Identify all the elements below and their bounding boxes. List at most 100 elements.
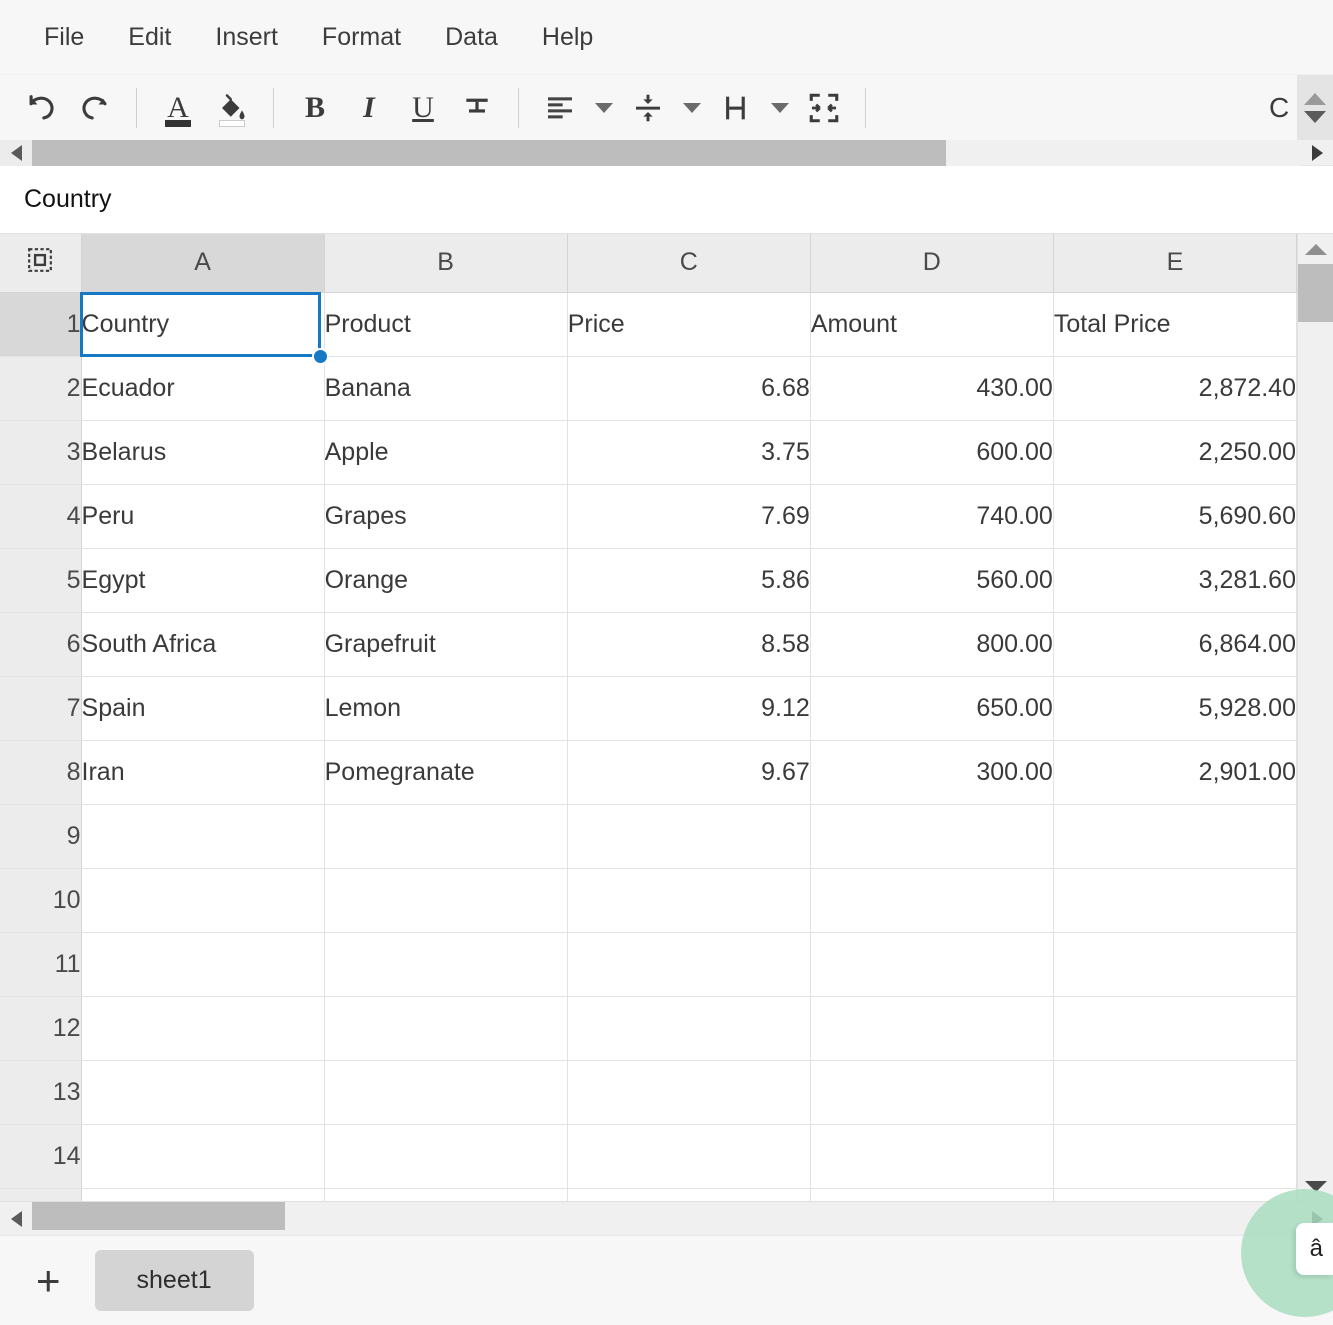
cell-A8[interactable]: Iran [81,740,325,805]
cell-D6[interactable]: 800.00 [810,612,1054,677]
cell-B8[interactable]: Pomegranate [324,740,568,805]
add-sheet-button[interactable]: + [36,1259,61,1302]
wrap-text-button[interactable] [709,81,763,135]
cell-C12[interactable] [567,996,811,1061]
cell-D4[interactable]: 740.00 [810,484,1054,549]
cell-C11[interactable] [567,932,811,997]
toolbar-scroll-up-icon[interactable] [1304,92,1326,105]
cell-A2[interactable]: Ecuador [81,356,325,421]
row-header-12[interactable]: 12 [0,996,82,1061]
cell-A13[interactable] [81,1060,325,1125]
column-header-a[interactable]: A [81,234,325,293]
cell-C15[interactable] [567,1188,811,1201]
cell-D15[interactable] [810,1188,1054,1201]
cell-D9[interactable] [810,804,1054,869]
cell-C3[interactable]: 3.75 [567,420,811,485]
cell-A10[interactable] [81,868,325,933]
cell-A4[interactable]: Peru [81,484,325,549]
row-header-13[interactable]: 13 [0,1060,82,1125]
menu-help[interactable]: Help [520,17,615,58]
cell-C9[interactable] [567,804,811,869]
align-horizontal-dropdown[interactable] [587,81,621,135]
align-horizontal-button[interactable] [533,81,587,135]
cell-D11[interactable] [810,932,1054,997]
cell-E6[interactable]: 6,864.00 [1053,612,1297,677]
menu-insert[interactable]: Insert [193,17,300,58]
vertical-scroll-thumb[interactable] [1297,264,1333,322]
column-header-b[interactable]: B [324,234,568,293]
cell-A12[interactable] [81,996,325,1061]
row-header-1[interactable]: 1 [0,292,82,357]
menu-format[interactable]: Format [300,17,423,58]
cell-A5[interactable]: Egypt [81,548,325,613]
cell-B7[interactable]: Lemon [324,676,568,741]
column-header-e[interactable]: E [1053,234,1297,293]
cell-D14[interactable] [810,1124,1054,1189]
wrap-text-dropdown[interactable] [763,81,797,135]
cell-D2[interactable]: 430.00 [810,356,1054,421]
italic-button[interactable]: I [342,81,396,135]
underline-button[interactable]: U [396,81,450,135]
row-header-14[interactable]: 14 [0,1124,82,1189]
cell-B2[interactable]: Banana [324,356,568,421]
row-header-11[interactable]: 11 [0,932,82,997]
cell-A14[interactable] [81,1124,325,1189]
cell-B3[interactable]: Apple [324,420,568,485]
toolbar-scrollbar[interactable] [0,139,1333,166]
toolbar-scroll-thumb[interactable] [32,139,946,166]
cell-B1[interactable]: Product [324,292,568,357]
cell-B6[interactable]: Grapefruit [324,612,568,677]
select-all-button[interactable] [0,234,82,293]
toolbar-scroll-right-button[interactable] [1301,140,1333,166]
cell-B14[interactable] [324,1124,568,1189]
cell-C13[interactable] [567,1060,811,1125]
column-header-c[interactable]: C [567,234,811,293]
cell-D13[interactable] [810,1060,1054,1125]
cell-B12[interactable] [324,996,568,1061]
horizontal-scrollbar[interactable] [0,1201,1333,1235]
cell-D12[interactable] [810,996,1054,1061]
cell-C10[interactable] [567,868,811,933]
cell-C14[interactable] [567,1124,811,1189]
currency-format-button[interactable]: C [1269,75,1297,140]
horizontal-scroll-track[interactable] [32,1201,1301,1236]
cell-A11[interactable] [81,932,325,997]
cell-E4[interactable]: 5,690.60 [1053,484,1297,549]
sheet-tab-sheet1[interactable]: sheet1 [94,1250,254,1311]
row-header-6[interactable]: 6 [0,612,82,677]
undo-button[interactable] [14,81,68,135]
redo-button[interactable] [68,81,122,135]
formula-bar[interactable]: Country [0,166,1333,234]
row-header-4[interactable]: 4 [0,484,82,549]
row-header-3[interactable]: 3 [0,420,82,485]
toolbar-overflow-spinner[interactable] [1297,75,1333,140]
cell-D5[interactable]: 560.00 [810,548,1054,613]
cell-E7[interactable]: 5,928.00 [1053,676,1297,741]
cell-A15[interactable] [81,1188,325,1201]
cell-B4[interactable]: Grapes [324,484,568,549]
row-header-10[interactable]: 10 [0,868,82,933]
cell-D10[interactable] [810,868,1054,933]
row-header-15[interactable]: 15 [0,1188,82,1201]
cell-E5[interactable]: 3,281.60 [1053,548,1297,613]
toolbar-scroll-left-button[interactable] [0,139,32,166]
cell-D7[interactable]: 650.00 [810,676,1054,741]
vertical-scroll-track[interactable] [1297,264,1333,1171]
grid-scroll-viewport[interactable]: A B C D E 1 Country Product Price Amount Tota… [0,234,1297,1201]
cell-E2[interactable]: 2,872.40 [1053,356,1297,421]
text-color-button[interactable]: A [151,81,205,135]
cell-E14[interactable] [1053,1124,1297,1189]
merge-cells-button[interactable] [797,81,851,135]
scroll-left-button[interactable] [0,1202,32,1236]
menu-data[interactable]: Data [423,17,520,58]
cell-E1[interactable]: Total Price [1053,292,1297,357]
fill-color-button[interactable] [205,81,259,135]
fill-handle[interactable] [312,348,329,365]
cell-E13[interactable] [1053,1060,1297,1125]
toolbar-scroll-track[interactable] [32,139,1301,166]
column-header-d[interactable]: D [810,234,1054,293]
row-header-8[interactable]: 8 [0,740,82,805]
strikethrough-button[interactable] [450,81,504,135]
align-vertical-dropdown[interactable] [675,81,709,135]
align-vertical-button[interactable] [621,81,675,135]
